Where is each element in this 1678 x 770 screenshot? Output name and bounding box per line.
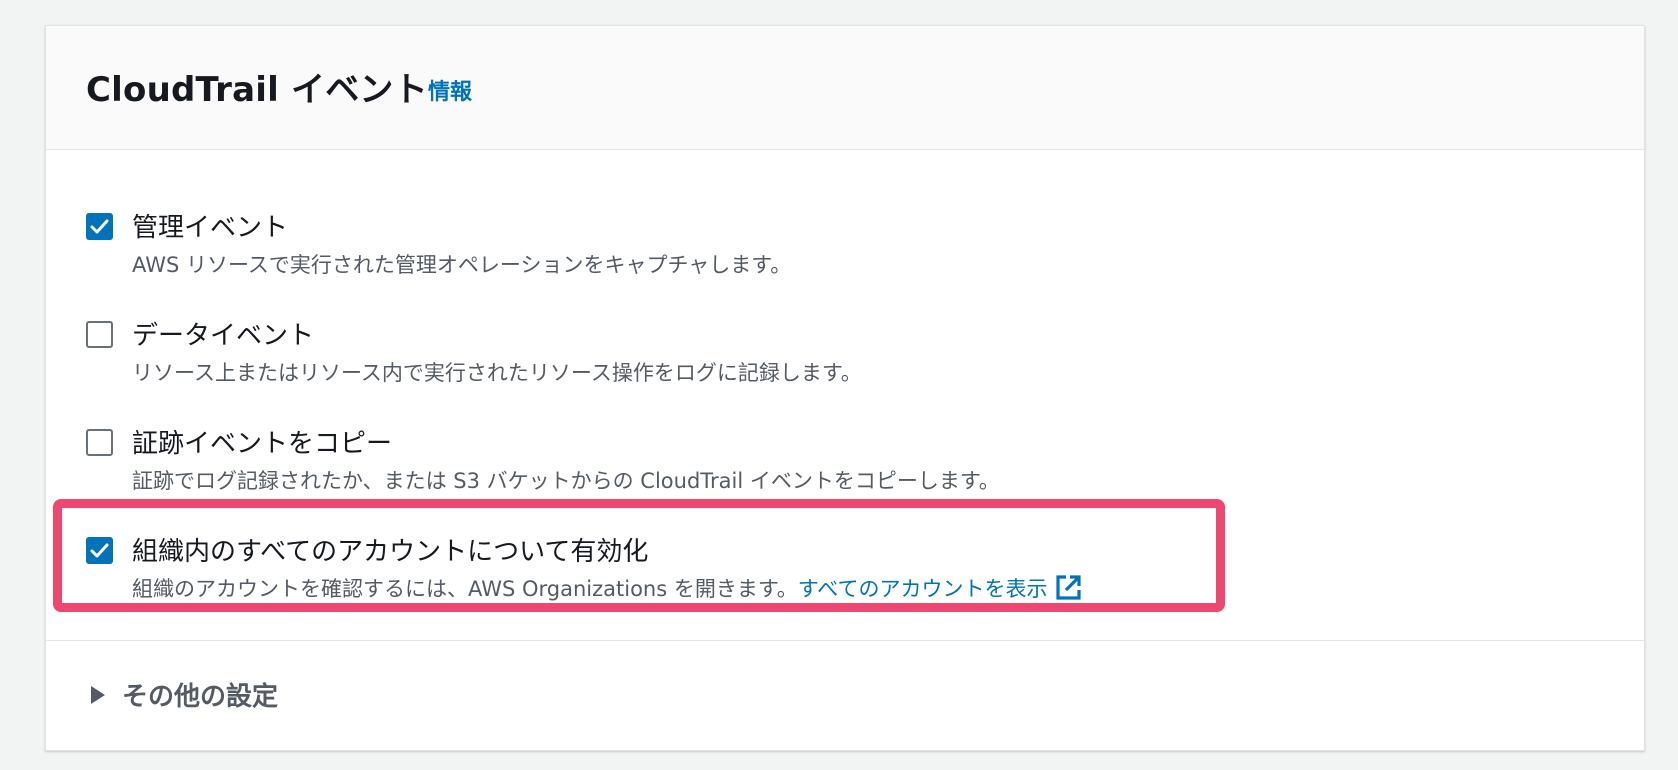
- copy-trail-events-label[interactable]: 証跡イベントをコピー: [132, 423, 392, 460]
- enable-all-accounts-checkbox[interactable]: [86, 537, 113, 564]
- check-icon: [90, 543, 109, 558]
- divider: [46, 640, 1644, 641]
- check-icon: [90, 219, 109, 234]
- additional-settings-label: その他の設定: [122, 682, 279, 712]
- data-events-description: リソース上またはリソース内で実行されたリソース操作をログに記録します。: [132, 361, 862, 385]
- enable-all-accounts-description: 組織のアカウントを確認するには、AWS Organizations を開きます。: [132, 577, 798, 601]
- management-events-description: AWS リソースで実行された管理オペレーションをキャプチャします。: [132, 253, 792, 277]
- panel-title: CloudTrail イベント: [86, 70, 428, 110]
- copy-trail-events-description: 証跡でログ記録されたか、または S3 バケットからの CloudTrail イベ…: [132, 469, 1000, 493]
- management-events-label[interactable]: 管理イベント: [132, 207, 288, 244]
- data-events-label[interactable]: データイベント: [132, 315, 314, 352]
- panel-header: CloudTrail イベント 情報: [46, 26, 1644, 150]
- enable-all-accounts-label[interactable]: 組織内のすべてのアカウントについて有効化: [132, 531, 648, 568]
- view-all-accounts-link[interactable]: すべてのアカウントを表示: [797, 575, 1083, 601]
- view-all-accounts-link-label: すべてのアカウントを表示: [797, 577, 1048, 601]
- info-link[interactable]: 情報: [428, 74, 472, 106]
- enable-all-accounts-description-row: 組織のアカウントを確認するには、AWS Organizations を開きます。…: [132, 573, 1082, 603]
- copy-trail-events-checkbox[interactable]: [86, 429, 113, 456]
- management-events-checkbox[interactable]: [86, 213, 113, 240]
- external-link-icon: [1056, 575, 1082, 600]
- data-events-checkbox[interactable]: [86, 321, 113, 348]
- cloudtrail-events-panel: CloudTrail イベント 情報 管理イベント AWS リソースで実行された…: [45, 25, 1645, 751]
- caret-right-icon: [91, 686, 105, 704]
